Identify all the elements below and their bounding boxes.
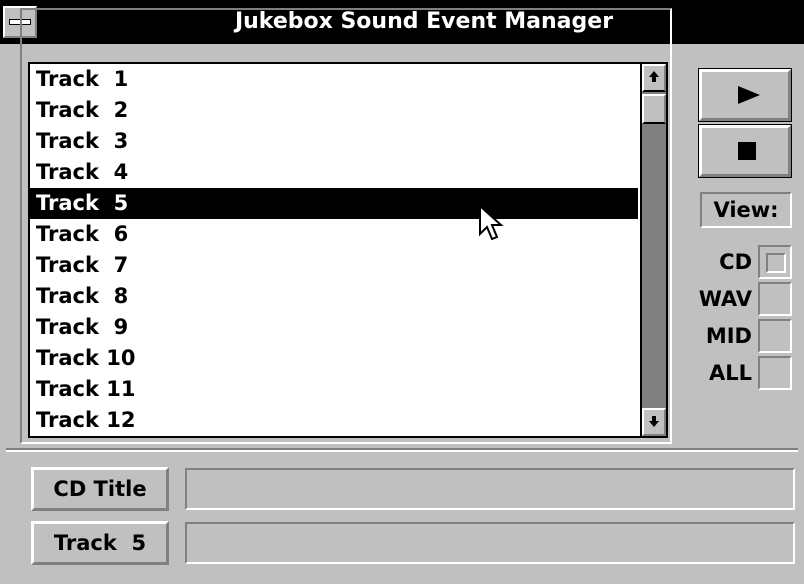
scroll-down-button[interactable] xyxy=(642,408,666,436)
cd-title-field[interactable] xyxy=(185,468,795,510)
list-item-selected[interactable]: Track 5 xyxy=(30,188,638,219)
list-item[interactable]: Track 10 xyxy=(30,343,638,374)
view-option-label: MID xyxy=(705,324,752,348)
vertical-scrollbar[interactable] xyxy=(640,64,666,436)
list-item[interactable]: Track 7 xyxy=(30,250,638,281)
view-option-wav[interactable]: WAV xyxy=(690,282,794,316)
list-item[interactable]: Track 4 xyxy=(30,157,638,188)
list-item[interactable]: Track 2 xyxy=(30,95,638,126)
view-checkbox-mid[interactable] xyxy=(758,319,792,353)
view-option-label: WAV xyxy=(698,287,752,311)
arrow-down-icon xyxy=(649,416,659,427)
list-item[interactable]: Track 3 xyxy=(30,126,638,157)
list-item[interactable]: Track 8 xyxy=(30,281,638,312)
list-item[interactable]: Track 6 xyxy=(30,219,638,250)
view-option-cd[interactable]: CD xyxy=(690,245,794,279)
list-item[interactable]: Track 9 xyxy=(30,312,638,343)
view-option-label: ALL xyxy=(708,361,752,385)
scroll-thumb[interactable] xyxy=(642,94,666,124)
list-item[interactable]: Track 1 xyxy=(30,64,638,95)
track-button[interactable]: Track 5 xyxy=(31,521,169,565)
jukebox-window: Jukebox Sound Event Manager Track 1 Trac… xyxy=(0,0,804,584)
view-label: View: xyxy=(700,192,792,228)
list-item[interactable]: Track 11 xyxy=(30,374,638,405)
scroll-up-button[interactable] xyxy=(642,64,666,92)
mouse-pointer-icon xyxy=(479,204,504,241)
section-divider xyxy=(6,448,798,452)
track-name-field[interactable] xyxy=(185,522,795,564)
track-listbox[interactable]: Track 1 Track 2 Track 3 Track 4 Track 5 … xyxy=(28,62,668,438)
arrow-up-icon xyxy=(649,71,659,82)
cd-title-button[interactable]: CD Title xyxy=(31,467,169,511)
stop-icon xyxy=(738,142,756,160)
view-option-mid[interactable]: MID xyxy=(690,319,794,353)
view-option-label: CD xyxy=(719,250,752,274)
view-checkbox-cd[interactable] xyxy=(758,245,792,279)
stop-button[interactable] xyxy=(698,124,792,178)
view-checkbox-wav[interactable] xyxy=(758,282,792,316)
play-button[interactable] xyxy=(698,68,792,122)
list-item[interactable]: Track 12 xyxy=(30,405,638,436)
track-list[interactable]: Track 1 Track 2 Track 3 Track 4 Track 5 … xyxy=(30,64,638,436)
view-option-all[interactable]: ALL xyxy=(690,356,794,390)
play-icon xyxy=(738,86,760,104)
view-checkbox-all[interactable] xyxy=(758,356,792,390)
